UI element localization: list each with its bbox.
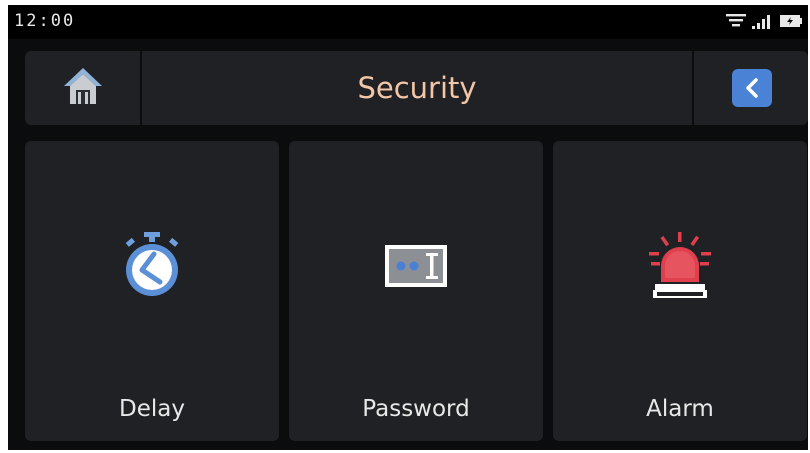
status-time: 12:00 bbox=[14, 11, 76, 31]
header-bar: Security bbox=[25, 51, 808, 125]
status-bar: 12:00 bbox=[8, 5, 808, 39]
back-button[interactable] bbox=[692, 51, 808, 125]
battery-icon bbox=[780, 13, 802, 33]
home-icon bbox=[62, 66, 104, 110]
signal-icon bbox=[752, 13, 774, 33]
home-button[interactable] bbox=[25, 51, 142, 125]
tile-delay[interactable]: Delay bbox=[25, 141, 279, 441]
wifi-icon bbox=[726, 13, 746, 33]
tile-password[interactable]: Password bbox=[289, 141, 543, 441]
tile-alarm[interactable]: Alarm bbox=[553, 141, 807, 441]
tile-label: Alarm bbox=[646, 396, 714, 422]
alarm-siren-icon bbox=[553, 231, 807, 301]
device-screen: 12:00 Security Delay Password Alarm bbox=[8, 5, 808, 450]
status-icons bbox=[726, 14, 802, 32]
page-title: Security bbox=[357, 71, 477, 105]
stopwatch-icon bbox=[25, 231, 279, 301]
back-chevron-icon bbox=[732, 69, 772, 107]
tile-label: Delay bbox=[119, 396, 185, 422]
tile-label: Password bbox=[362, 396, 470, 422]
password-field-icon bbox=[289, 231, 543, 301]
